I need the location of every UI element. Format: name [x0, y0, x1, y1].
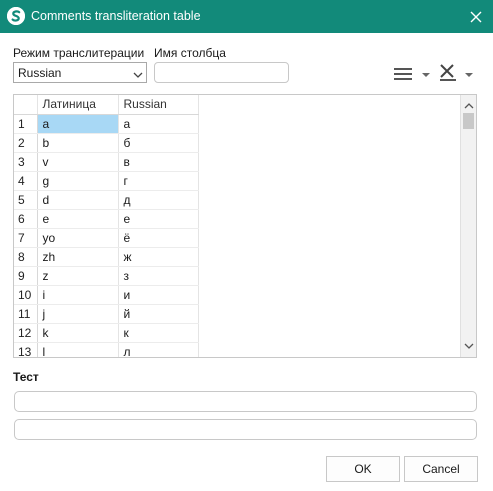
vertical-scrollbar[interactable] [460, 95, 476, 357]
clear-menu-button[interactable] [439, 64, 477, 84]
row-number: 7 [14, 228, 38, 248]
russian-cell[interactable]: й [118, 304, 199, 324]
latin-cell[interactable]: z [37, 266, 119, 286]
row-number: 12 [14, 323, 38, 343]
header-row: Латиница Russian [14, 95, 199, 115]
test-input[interactable] [14, 391, 477, 412]
row-number: 2 [14, 133, 38, 153]
table-row[interactable]: 9zз [14, 266, 199, 286]
latin-cell[interactable]: j [37, 304, 119, 324]
row-number: 1 [14, 114, 38, 134]
latin-cell[interactable]: e [37, 209, 119, 229]
clear-x-icon [439, 64, 477, 87]
russian-cell[interactable]: и [118, 285, 199, 305]
russian-cell[interactable]: е [118, 209, 199, 229]
close-icon[interactable] [465, 6, 487, 28]
latin-cell[interactable]: i [37, 285, 119, 305]
column-header-russian[interactable]: Russian [118, 95, 199, 115]
test-label: Тест [13, 370, 39, 384]
table-row[interactable]: 5dд [14, 190, 199, 210]
table-row[interactable]: 4gг [14, 171, 199, 191]
row-number: 9 [14, 266, 38, 286]
latin-cell[interactable]: zh [37, 247, 119, 267]
window-title: Comments transliteration table [31, 9, 201, 23]
russian-cell[interactable]: к [118, 323, 199, 343]
russian-cell[interactable]: а [118, 114, 199, 134]
transliteration-grid[interactable]: Латиница Russian 1aа 2bб 3vв 4gг 5dд 6eе… [13, 94, 477, 358]
latin-cell[interactable]: k [37, 323, 119, 343]
title-bar: Comments transliteration table [0, 0, 493, 33]
russian-cell[interactable]: б [118, 133, 199, 153]
latin-cell[interactable]: d [37, 190, 119, 210]
table-row[interactable]: 3vв [14, 152, 199, 172]
row-number: 6 [14, 209, 38, 229]
table-row[interactable]: 7 yo ё [14, 228, 199, 248]
russian-cell[interactable]: ё [118, 228, 199, 248]
row-number: 5 [14, 190, 38, 210]
column-name-label: Имя столбца [154, 46, 226, 60]
table-row[interactable]: 2bб [14, 133, 199, 153]
russian-cell[interactable]: л [118, 342, 199, 357]
russian-cell[interactable]: д [118, 190, 199, 210]
row-number: 13 [14, 342, 38, 357]
ok-button[interactable]: OK [326, 456, 400, 482]
table-row[interactable]: 1aа [14, 114, 199, 134]
scroll-up-icon[interactable] [464, 99, 474, 113]
chevron-down-icon [133, 68, 143, 82]
latin-cell[interactable]: g [37, 171, 119, 191]
latin-cell[interactable]: b [37, 133, 119, 153]
logo-s-icon [7, 7, 25, 25]
row-number: 3 [14, 152, 38, 172]
latin-cell[interactable]: yo [37, 228, 119, 248]
row-number: 4 [14, 171, 38, 191]
latin-cell[interactable]: l [37, 342, 119, 357]
latin-cell[interactable]: v [37, 152, 119, 172]
row-number: 10 [14, 285, 38, 305]
table-row[interactable]: 11 j й [14, 304, 199, 324]
mode-select[interactable]: Russian [13, 62, 147, 83]
russian-cell[interactable]: з [118, 266, 199, 286]
russian-cell[interactable]: ж [118, 247, 199, 267]
column-header-latin[interactable]: Латиница [37, 95, 119, 115]
latin-cell[interactable]: a [37, 114, 119, 134]
cancel-button[interactable]: Cancel [404, 456, 478, 482]
table-row[interactable]: 12 k к [14, 323, 199, 343]
mode-label: Режим транслитерации [13, 46, 145, 60]
table-row[interactable]: 8 zh ж [14, 247, 199, 267]
russian-cell[interactable]: г [118, 171, 199, 191]
row-number: 8 [14, 247, 38, 267]
table-row[interactable]: 6eе [14, 209, 199, 229]
row-number-header [14, 95, 38, 115]
mode-select-value: Russian [18, 66, 62, 80]
scrollbar-thumb[interactable] [463, 113, 474, 129]
row-number: 11 [14, 304, 38, 324]
test-output[interactable] [14, 419, 477, 440]
table-row[interactable]: 10 i и [14, 285, 199, 305]
russian-cell[interactable]: в [118, 152, 199, 172]
table-row[interactable]: 13 l л [14, 342, 199, 357]
rows-icon [393, 68, 431, 87]
column-name-input[interactable] [154, 62, 289, 83]
scroll-down-icon[interactable] [464, 339, 474, 353]
rows-menu-button[interactable] [393, 64, 431, 84]
